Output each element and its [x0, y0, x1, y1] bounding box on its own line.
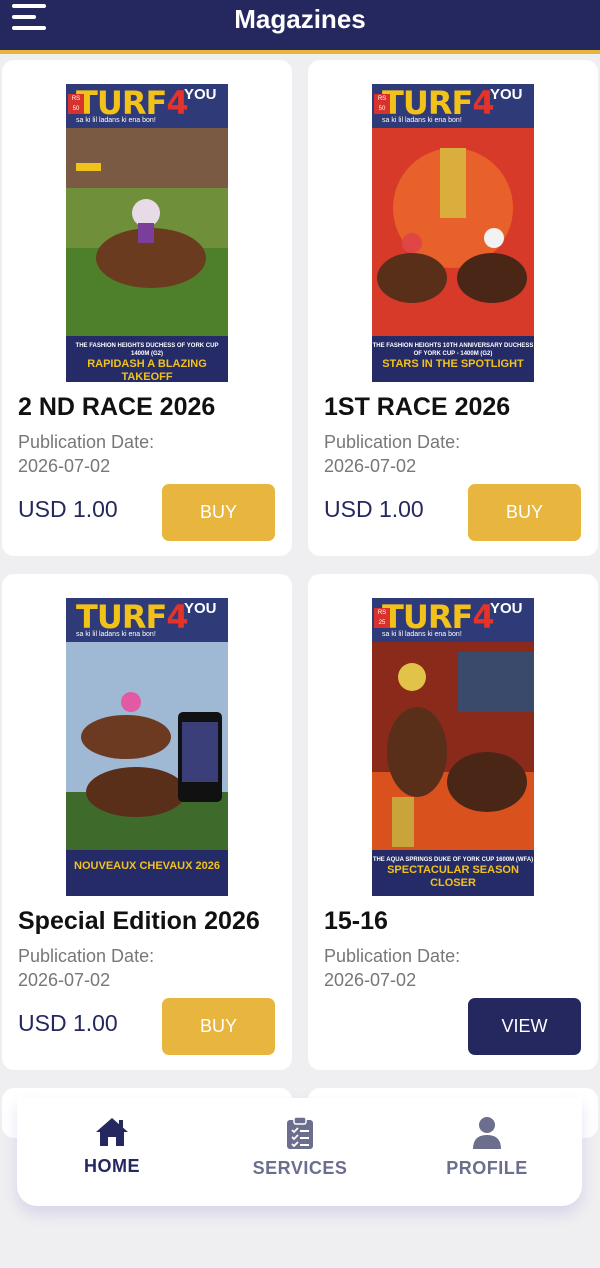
magazine-card[interactable]: TURF4 YOU sa ki lil ladans ki ena bon! N…	[2, 574, 292, 1070]
page-title: Magazines	[234, 4, 366, 34]
bottom-navigation: HOME SERVICES PROFILE	[17, 1098, 582, 1206]
top-app-bar: Magazines	[0, 0, 600, 54]
magazine-cover-image[interactable]: TURF4 YOU sa ki lil ladans ki ena bon! N…	[66, 598, 228, 896]
nav-home[interactable]: HOME	[32, 1116, 192, 1177]
nav-services-label: SERVICES	[252, 1158, 348, 1178]
clipboard-icon	[287, 1116, 313, 1149]
nav-profile-label: PROFILE	[446, 1158, 528, 1178]
cover-racing-photo	[372, 128, 534, 338]
cover-tagline: sa ki lil ladans ki ena bon!	[382, 117, 462, 124]
magazine-cover-image[interactable]: TURF4 YOU RS 50 sa ki lil ladans ki ena …	[372, 84, 534, 382]
publication-date-label: Publication Date:	[18, 432, 155, 452]
home-icon	[96, 1118, 128, 1146]
cover-racing-photo	[66, 642, 228, 852]
user-icon	[473, 1117, 501, 1149]
cover-logo: TURF4	[382, 84, 495, 122]
publication-date-label: Publication Date:	[18, 946, 155, 966]
magazine-title: Special Edition 2026	[18, 907, 260, 935]
magazine-card[interactable]: TURF4 YOU RS 50 sa ki lil ladans ki ena …	[2, 60, 292, 556]
nav-profile[interactable]: PROFILE	[407, 1116, 567, 1179]
buy-button[interactable]: BUY	[468, 484, 581, 541]
publication-date-value: 2026-07-02	[324, 970, 417, 990]
nav-home-label: HOME	[84, 1156, 140, 1176]
magazine-card[interactable]: TURF4 YOU RS 25 sa ki lil ladans ki ena …	[308, 574, 598, 1070]
cover-headline-banner: THE AQUA SPRINGS DUKE OF YORK CUP 1600M …	[372, 850, 534, 896]
cover-racing-photo	[66, 128, 228, 338]
header-accent-stripe	[0, 50, 600, 54]
publication-date-value: 2026-07-02	[18, 970, 111, 990]
cover-tagline: sa ki lil ladans ki ena bon!	[382, 631, 462, 638]
cover-logo: TURF4	[76, 84, 189, 122]
cover-price-tag: RS 25	[374, 608, 390, 628]
buy-button[interactable]: BUY	[162, 484, 275, 541]
cover-racing-photo	[372, 642, 534, 852]
cover-headline-banner: THE FASHION HEIGHTS DUCHESS OF YORK CUP …	[66, 336, 228, 382]
magazine-price: USD 1.00	[18, 496, 118, 522]
cover-logo: TURF4	[382, 598, 495, 636]
magazine-cover-image[interactable]: TURF4 YOU RS 50 sa ki lil ladans ki ena …	[66, 84, 228, 382]
nav-services[interactable]: SERVICES	[220, 1116, 380, 1179]
publication-date-value: 2026-07-02	[324, 456, 417, 476]
magazine-card[interactable]: TURF4 YOU RS 50 sa ki lil ladans ki ena …	[308, 60, 598, 556]
magazine-title: 15-16	[324, 907, 388, 935]
cover-tagline: sa ki lil ladans ki ena bon!	[76, 117, 156, 124]
publication-date-label: Publication Date:	[324, 432, 461, 452]
cover-price-tag: RS 50	[374, 94, 390, 114]
publication-date-label: Publication Date:	[324, 946, 461, 966]
magazine-title: 2 ND RACE 2026	[18, 393, 216, 421]
cover-price-tag: RS 50	[68, 94, 84, 114]
cover-headline-banner: NOUVEAUX CHEVAUX 2026	[66, 850, 228, 896]
cover-headline-banner: THE FASHION HEIGHTS 10TH ANNIVERSARY DUC…	[372, 336, 534, 382]
buy-button[interactable]: BUY	[162, 998, 275, 1055]
cover-tagline: sa ki lil ladans ki ena bon!	[76, 631, 156, 638]
magazine-price: USD 1.00	[18, 1010, 118, 1036]
magazine-title: 1ST RACE 2026	[324, 393, 511, 421]
magazine-price: USD 1.00	[324, 496, 424, 522]
view-button[interactable]: VIEW	[468, 998, 581, 1055]
publication-date-value: 2026-07-02	[18, 456, 111, 476]
cover-logo: TURF4	[76, 598, 189, 636]
magazine-cover-image[interactable]: TURF4 YOU RS 25 sa ki lil ladans ki ena …	[372, 598, 534, 896]
